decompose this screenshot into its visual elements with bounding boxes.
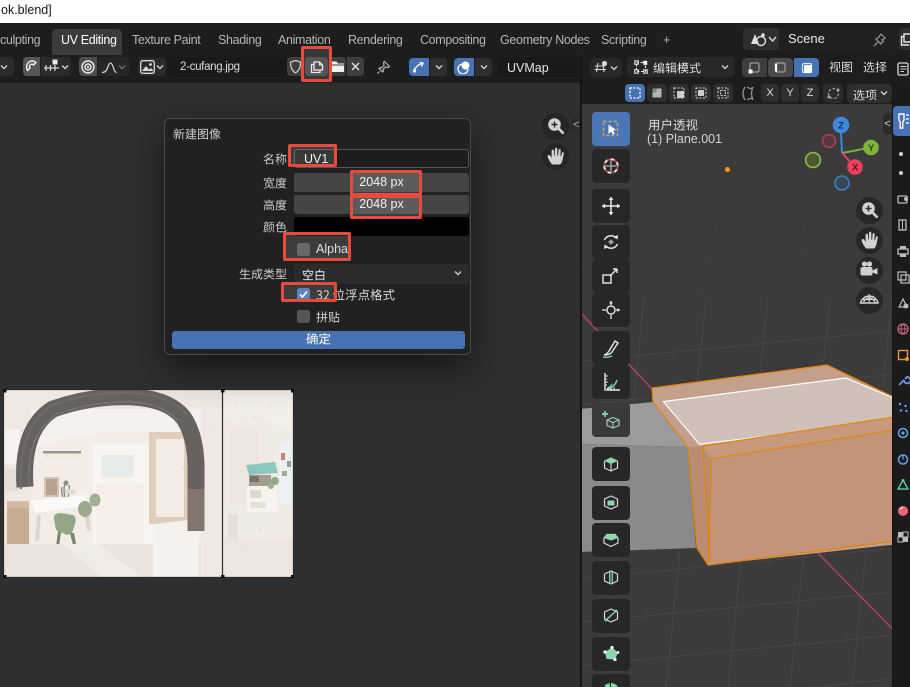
svg-text:Z: Z bbox=[838, 121, 844, 132]
svg-text:X: X bbox=[852, 163, 859, 174]
svg-text:Y: Y bbox=[868, 143, 875, 154]
